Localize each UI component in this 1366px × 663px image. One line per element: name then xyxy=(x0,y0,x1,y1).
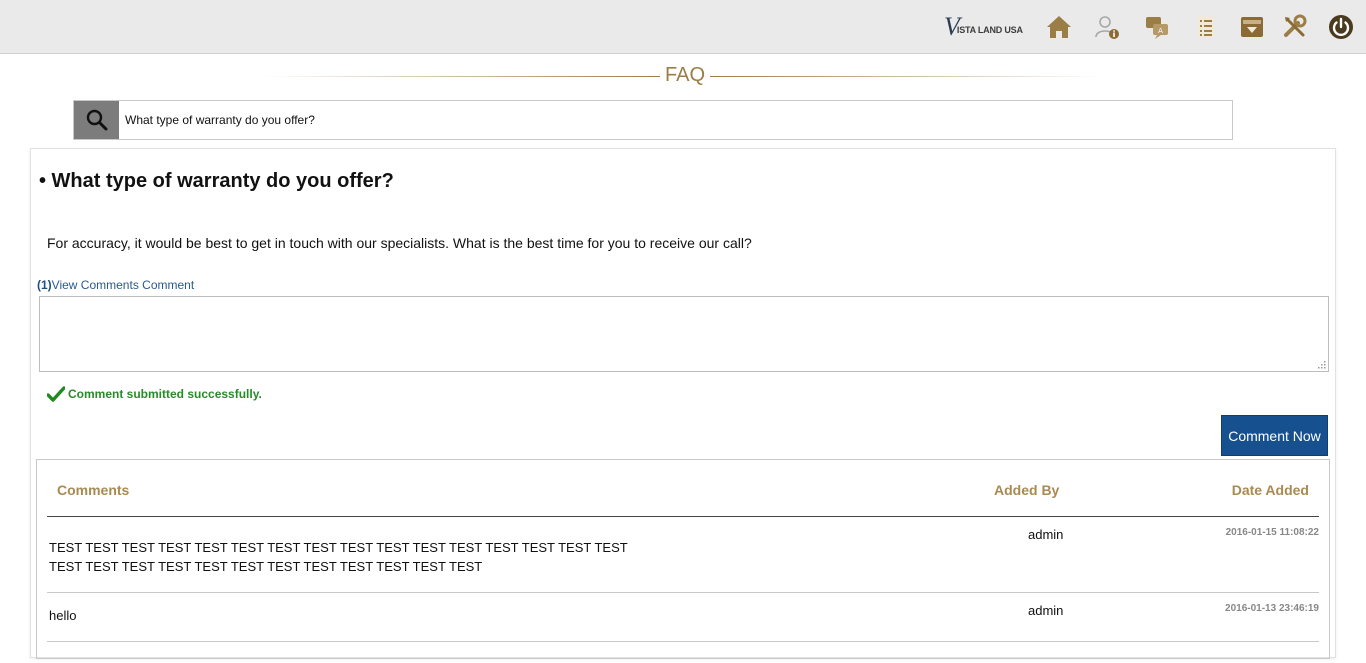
table-row: hello admin 2016-01-13 23:46:19 xyxy=(47,593,1319,642)
comment-author: admin xyxy=(1028,603,1064,618)
comment-text-line: TEST TEST TEST TEST TEST TEST TEST TEST … xyxy=(49,559,483,574)
search-icon xyxy=(86,109,107,131)
comment-text: TEST TEST TEST TEST TEST TEST TEST TEST … xyxy=(49,538,628,576)
comment-now-button[interactable]: Comment Now xyxy=(1221,415,1328,456)
checkmark-icon xyxy=(47,386,65,402)
faq-card: • What type of warranty do you offer? Fo… xyxy=(30,148,1336,659)
svg-text:A: A xyxy=(1158,27,1163,35)
success-text: Comment submitted successfully. xyxy=(68,387,262,401)
logo-text: ISTA LAND USA xyxy=(956,25,1023,35)
comment-text-line: TEST TEST TEST TEST TEST TEST TEST TEST … xyxy=(49,540,628,555)
chat-icon[interactable]: A xyxy=(1143,12,1171,42)
comment-text: hello xyxy=(49,608,77,623)
column-header-date-added[interactable]: Date Added xyxy=(1232,482,1309,498)
home-icon[interactable] xyxy=(1045,12,1073,42)
comment-date: 2016-01-15 11:08:22 xyxy=(1225,527,1319,538)
search-bar xyxy=(73,100,1233,140)
table-row: TEST TEST TEST TEST TEST TEST TEST TEST … xyxy=(47,517,1319,593)
comment-author: admin xyxy=(1028,527,1064,542)
comments-count: (1) xyxy=(37,278,52,292)
comment-textarea[interactable] xyxy=(39,296,1329,372)
title-divider-left xyxy=(262,76,660,77)
page-title-row: FAQ xyxy=(262,62,1104,88)
list-icon[interactable] xyxy=(1192,12,1220,42)
user-info-icon[interactable] xyxy=(1093,12,1121,42)
column-header-comments[interactable]: Comments xyxy=(57,482,129,498)
top-nav-bar: V ISTA LAND USA A xyxy=(0,0,1366,54)
search-input[interactable] xyxy=(119,101,1231,139)
inbox-icon[interactable] xyxy=(1238,12,1266,42)
faq-answer: For accuracy, it would be best to get in… xyxy=(47,235,752,251)
comments-table: Comments Added By Date Added TEST TEST T… xyxy=(36,459,1330,659)
page-title: FAQ xyxy=(664,64,705,86)
tools-icon[interactable] xyxy=(1281,12,1309,42)
view-comments-link[interactable]: (1)View Comments Comment xyxy=(37,278,194,292)
title-divider-right xyxy=(710,76,1104,77)
faq-question: • What type of warranty do you offer? xyxy=(39,170,394,192)
success-message: Comment submitted successfully. xyxy=(47,386,262,402)
resize-grip-icon[interactable] xyxy=(1317,360,1327,370)
column-header-added-by[interactable]: Added By xyxy=(994,482,1059,498)
search-button[interactable] xyxy=(74,101,119,139)
comment-date: 2016-01-13 23:46:19 xyxy=(1225,603,1319,614)
view-comments-text: View Comments Comment xyxy=(51,278,195,292)
vista-land-logo[interactable]: V ISTA LAND USA xyxy=(944,12,1023,42)
power-icon[interactable] xyxy=(1327,12,1355,42)
